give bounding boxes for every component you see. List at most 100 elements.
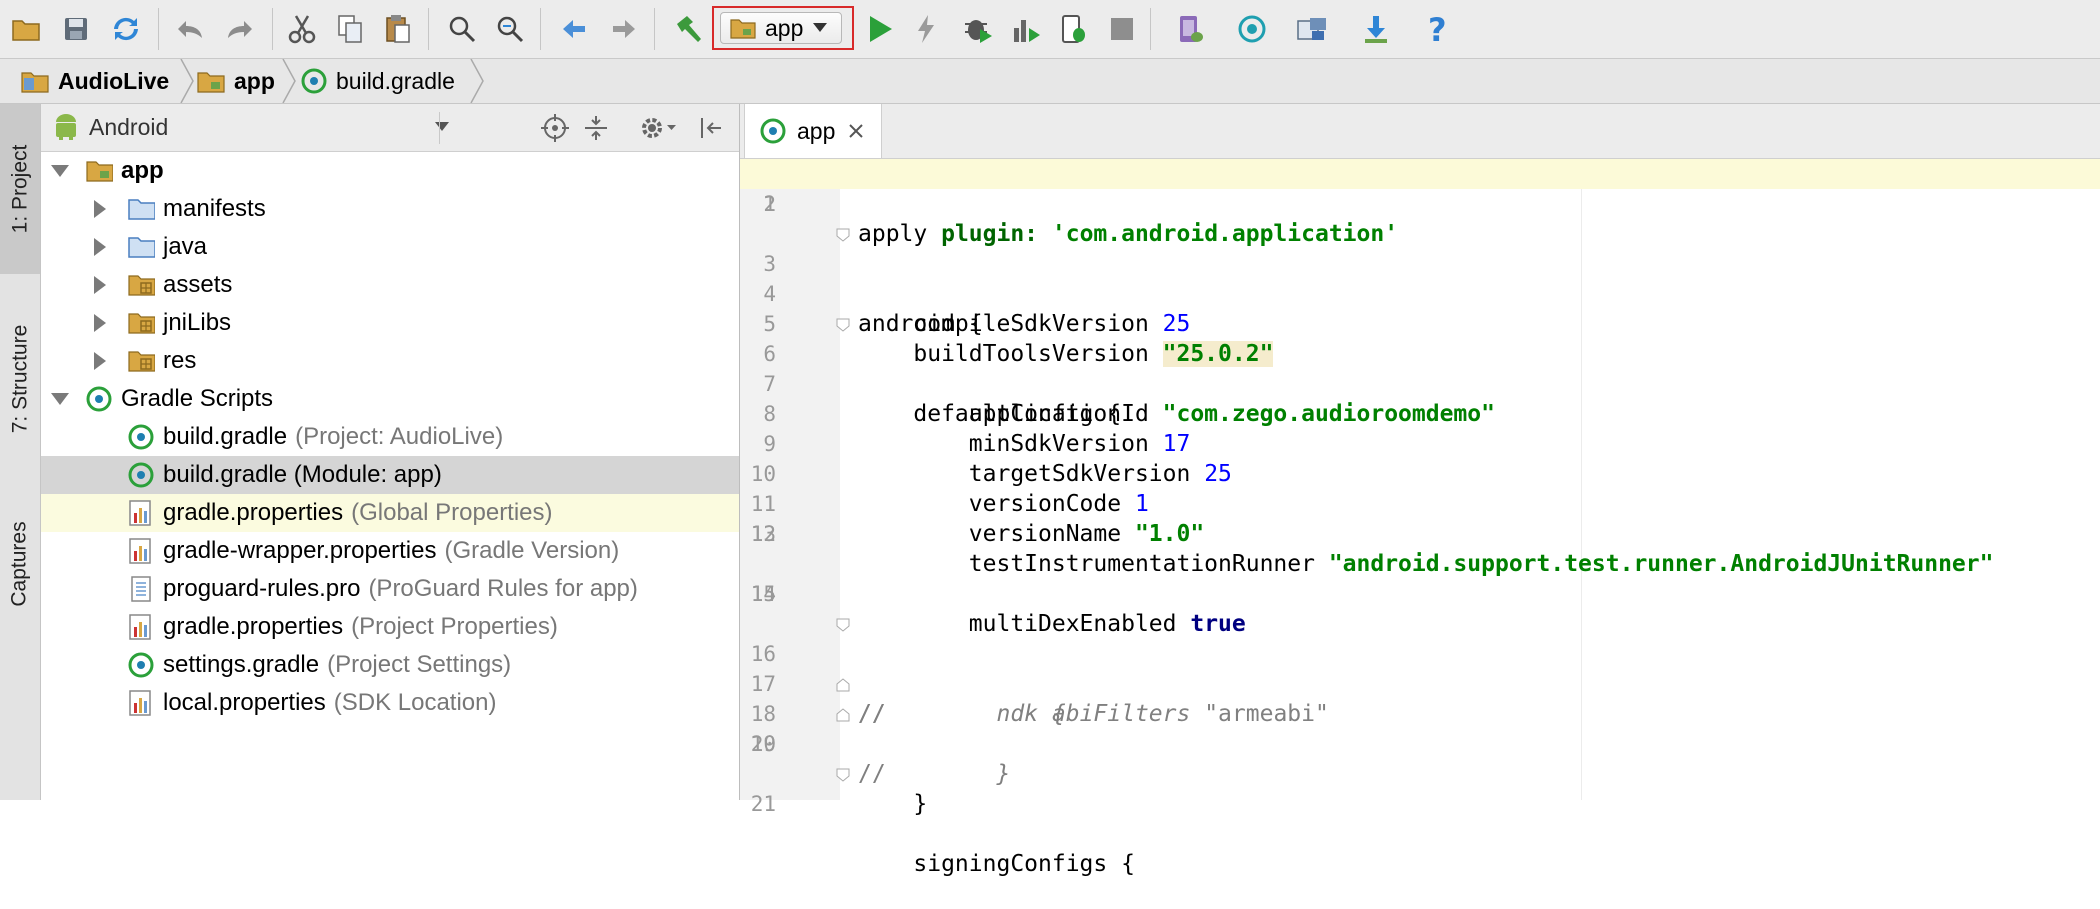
fold-end-marker-icon[interactable] [836, 708, 850, 722]
tree-item-label: res [163, 347, 197, 374]
tree-item-proguard-rules[interactable]: proguard-rules.pro (ProGuard Rules for ap… [41, 570, 739, 608]
properties-file-icon [129, 538, 151, 564]
tab-app-build-gradle[interactable]: app [744, 104, 882, 158]
tree-item-local-properties[interactable]: local.properties (SDK Location) [41, 684, 739, 722]
apply-changes-icon[interactable] [906, 9, 946, 49]
tree-item-app[interactable]: app [41, 152, 739, 190]
tree-item-label: manifests [163, 195, 266, 222]
hide-panel-icon[interactable] [699, 114, 725, 142]
tree-item-jnilibs[interactable]: jniLibs [41, 304, 739, 342]
code-line: 18 // } [740, 669, 2100, 787]
tree-item-label: gradle-wrapper.properties (Gradle Version… [163, 537, 620, 564]
fold-marker-icon[interactable] [836, 318, 850, 332]
tab-structure[interactable]: 7: Structure [0, 284, 40, 474]
sync-gradle-icon[interactable] [1232, 9, 1272, 49]
fold-end-marker-icon[interactable] [836, 678, 850, 692]
open-folder-icon[interactable] [6, 9, 46, 49]
breadcrumb-file[interactable]: build.gradle [300, 59, 455, 103]
profile-icon[interactable] [1006, 9, 1046, 49]
tree-item-gradle-properties-project[interactable]: gradle.properties (Project Properties) [41, 608, 739, 646]
tree-item-gradle-wrapper-properties[interactable]: gradle-wrapper.properties (Gradle Version… [41, 532, 739, 570]
android-module-folder-icon [729, 16, 757, 40]
collapsed-caret-icon[interactable] [91, 200, 109, 218]
undo-icon[interactable] [170, 9, 210, 49]
code-line: 5 buildToolsVersion "25.0.2" [763, 312, 1274, 367]
folder-icon [128, 237, 155, 258]
make-project-hammer-icon[interactable] [668, 9, 708, 49]
gradle-file-icon [128, 462, 154, 488]
collapsed-caret-icon[interactable] [91, 276, 109, 294]
avd-manager-icon[interactable] [1170, 9, 1210, 49]
code-line: 7 applicationId "com.zego.audioroomdemo" [763, 372, 1495, 427]
run-icon[interactable] [860, 9, 900, 49]
sdk-manager-icon[interactable] [1356, 9, 1396, 49]
replace-icon[interactable] [490, 9, 530, 49]
breadcrumb-separator-icon [470, 59, 484, 103]
locate-file-icon[interactable] [541, 114, 569, 142]
paste-icon[interactable] [378, 9, 418, 49]
tab-project[interactable]: 1: Project [0, 104, 40, 274]
resource-folder-icon [128, 313, 155, 334]
tree-item-label: app [121, 157, 164, 184]
run-configuration-combo[interactable]: app [720, 12, 842, 44]
fold-marker-icon[interactable] [836, 228, 850, 242]
tab-captures-label: Captures [8, 521, 31, 607]
code-line: 6 defaultConfig { [740, 309, 2100, 427]
stop-icon[interactable] [1102, 9, 1142, 49]
back-arrow-icon[interactable] [554, 9, 594, 49]
collapsed-caret-icon[interactable] [91, 314, 109, 332]
tab-structure-label: 7: Structure [8, 324, 31, 434]
code-line: 9 targetSdkVersion 25 [763, 432, 1232, 487]
tree-item-label: gradle.properties (Project Properties) [163, 613, 558, 640]
find-icon[interactable] [442, 9, 482, 49]
resource-folder-icon [128, 275, 155, 296]
tree-item-res[interactable]: res [41, 342, 739, 380]
forward-arrow-icon[interactable] [604, 9, 644, 49]
resource-folder-icon [128, 351, 155, 372]
tree-item-settings-gradle[interactable]: settings.gradle (Project Settings) [41, 646, 739, 684]
redo-icon[interactable] [220, 9, 260, 49]
collapsed-caret-icon[interactable] [91, 352, 109, 370]
expanded-caret-icon[interactable] [51, 390, 69, 408]
fold-marker-icon[interactable] [836, 768, 850, 782]
module-folder-icon [197, 72, 225, 93]
properties-file-icon [129, 500, 151, 526]
help-icon[interactable]: ? [1418, 9, 1458, 49]
tree-item-gradle-properties-global[interactable]: gradle.properties (Global Properties) [41, 494, 739, 532]
tree-item-label: gradle.properties (Global Properties) [163, 499, 553, 526]
copy-icon[interactable] [330, 9, 370, 49]
tree-item-gradle-scripts[interactable]: Gradle Scripts [41, 380, 739, 418]
tree-item-label: proguard-rules.pro (ProGuard Rules for ap… [163, 575, 638, 602]
breadcrumb-project[interactable]: AudioLive [20, 59, 169, 103]
code-line: 3 android { [740, 219, 2100, 337]
project-view-label: Android [89, 113, 169, 140]
fold-marker-icon[interactable] [836, 618, 850, 632]
text-file-icon [131, 576, 151, 602]
tree-item-build-gradle-project[interactable]: build.gradle (Project: AudioLive) [41, 418, 739, 456]
collapsed-caret-icon[interactable] [91, 238, 109, 256]
tree-item-assets[interactable]: assets [41, 266, 739, 304]
breadcrumb-module[interactable]: app [196, 59, 275, 103]
save-icon[interactable] [56, 9, 96, 49]
tab-captures[interactable]: Captures [0, 484, 40, 644]
tree-item-java[interactable]: java [41, 228, 739, 266]
attach-debugger-icon[interactable] [1054, 9, 1094, 49]
android-icon [56, 114, 76, 140]
expanded-caret-icon[interactable] [51, 162, 69, 180]
code-line: 16 // ndk { [740, 609, 2100, 727]
debug-icon[interactable] [958, 9, 998, 49]
project-structure-icon[interactable] [1292, 9, 1332, 49]
close-icon[interactable] [849, 124, 864, 138]
tree-item-label: jniLibs [163, 309, 232, 336]
cut-icon[interactable] [282, 9, 322, 49]
breadcrumb-file-label: build.gradle [336, 67, 455, 94]
tree-item-manifests[interactable]: manifests [41, 190, 739, 228]
run-configuration-selector[interactable]: app [712, 6, 854, 50]
run-configuration-label: app [765, 14, 804, 41]
settings-gear-icon[interactable] [639, 114, 677, 142]
sync-icon[interactable] [106, 9, 146, 49]
code-line: 17 // abiFilters "armeabi" [750, 672, 1329, 727]
collapse-all-icon[interactable] [583, 114, 609, 142]
project-view-selector[interactable]: Android [53, 110, 449, 144]
tree-item-build-gradle-module[interactable]: build.gradle (Module: app) [41, 456, 739, 494]
